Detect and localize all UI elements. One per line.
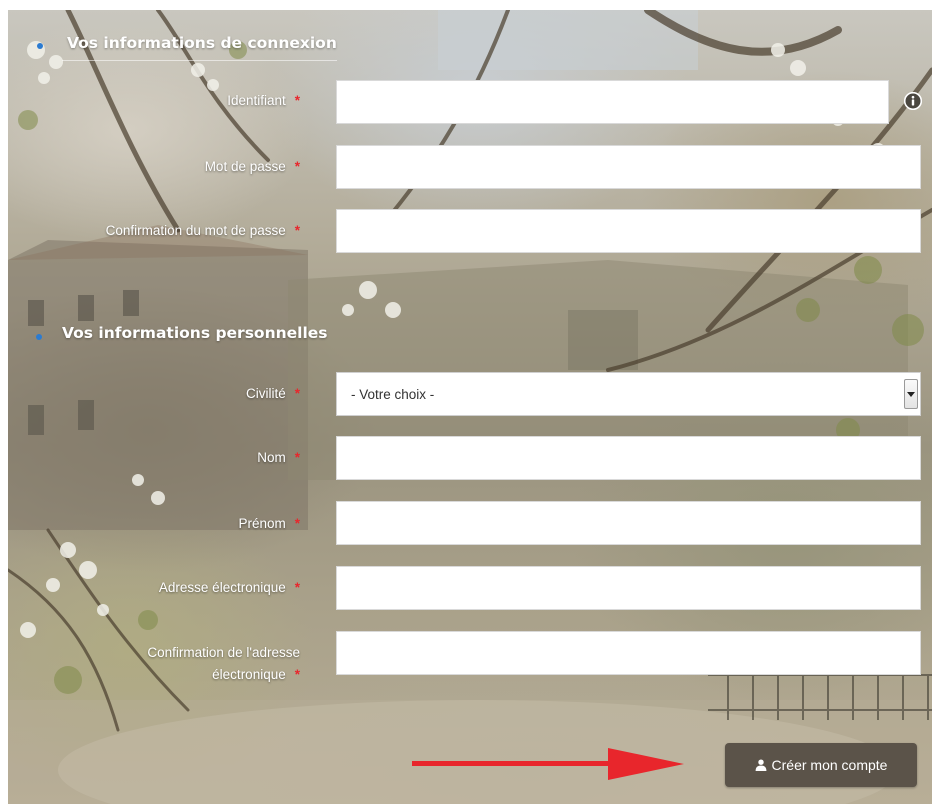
section-title-personal: Vos informations personnelles [62,324,328,342]
email-confirm-label: Confirmation de l'adresse électronique * [0,642,300,686]
identifiant-input[interactable] [336,80,889,124]
identifiant-label: Identifiant * [227,93,300,108]
prenom-input[interactable] [336,501,921,545]
section-bullet-login [37,43,43,49]
password-confirm-label: Confirmation du mot de passe * [105,223,300,238]
civilite-label: Civilité * [245,386,300,401]
required-marker: * [294,159,300,174]
password-label: Mot de passe * [204,159,300,174]
civilite-selected-value: - Votre choix - [351,386,435,402]
section-divider-login [62,60,337,61]
required-marker: * [294,516,300,531]
required-marker: * [294,580,300,595]
email-confirm-label-row: Confirmation de l'adresse électronique * [0,642,300,686]
required-marker: * [294,450,300,465]
civilite-select[interactable]: - Votre choix - [336,372,921,416]
email-confirm-label-line2: électronique * [212,667,300,682]
prenom-label: Prénom * [238,516,300,531]
email-input[interactable] [336,566,921,610]
required-marker: * [294,223,300,238]
required-marker: * [294,93,300,108]
required-marker: * [294,386,300,401]
annotation-arrow [412,748,684,780]
create-account-button[interactable]: Créer mon compte [725,743,917,787]
password-confirm-input[interactable] [336,209,921,253]
create-account-label: Créer mon compte [771,757,888,773]
required-marker: * [294,667,300,682]
section-title-login: Vos informations de connexion [67,34,337,52]
password-input[interactable] [336,145,921,189]
email-confirm-label-line1: Confirmation de l'adresse [147,645,300,660]
user-icon [755,759,766,771]
nom-label: Nom * [257,450,300,465]
section-bullet-personal [36,334,42,340]
email-label: Adresse électronique * [158,580,300,595]
email-confirm-input[interactable] [336,631,921,675]
nom-input[interactable] [336,436,921,480]
info-icon[interactable] [904,92,922,110]
chevron-down-icon[interactable] [904,379,918,409]
